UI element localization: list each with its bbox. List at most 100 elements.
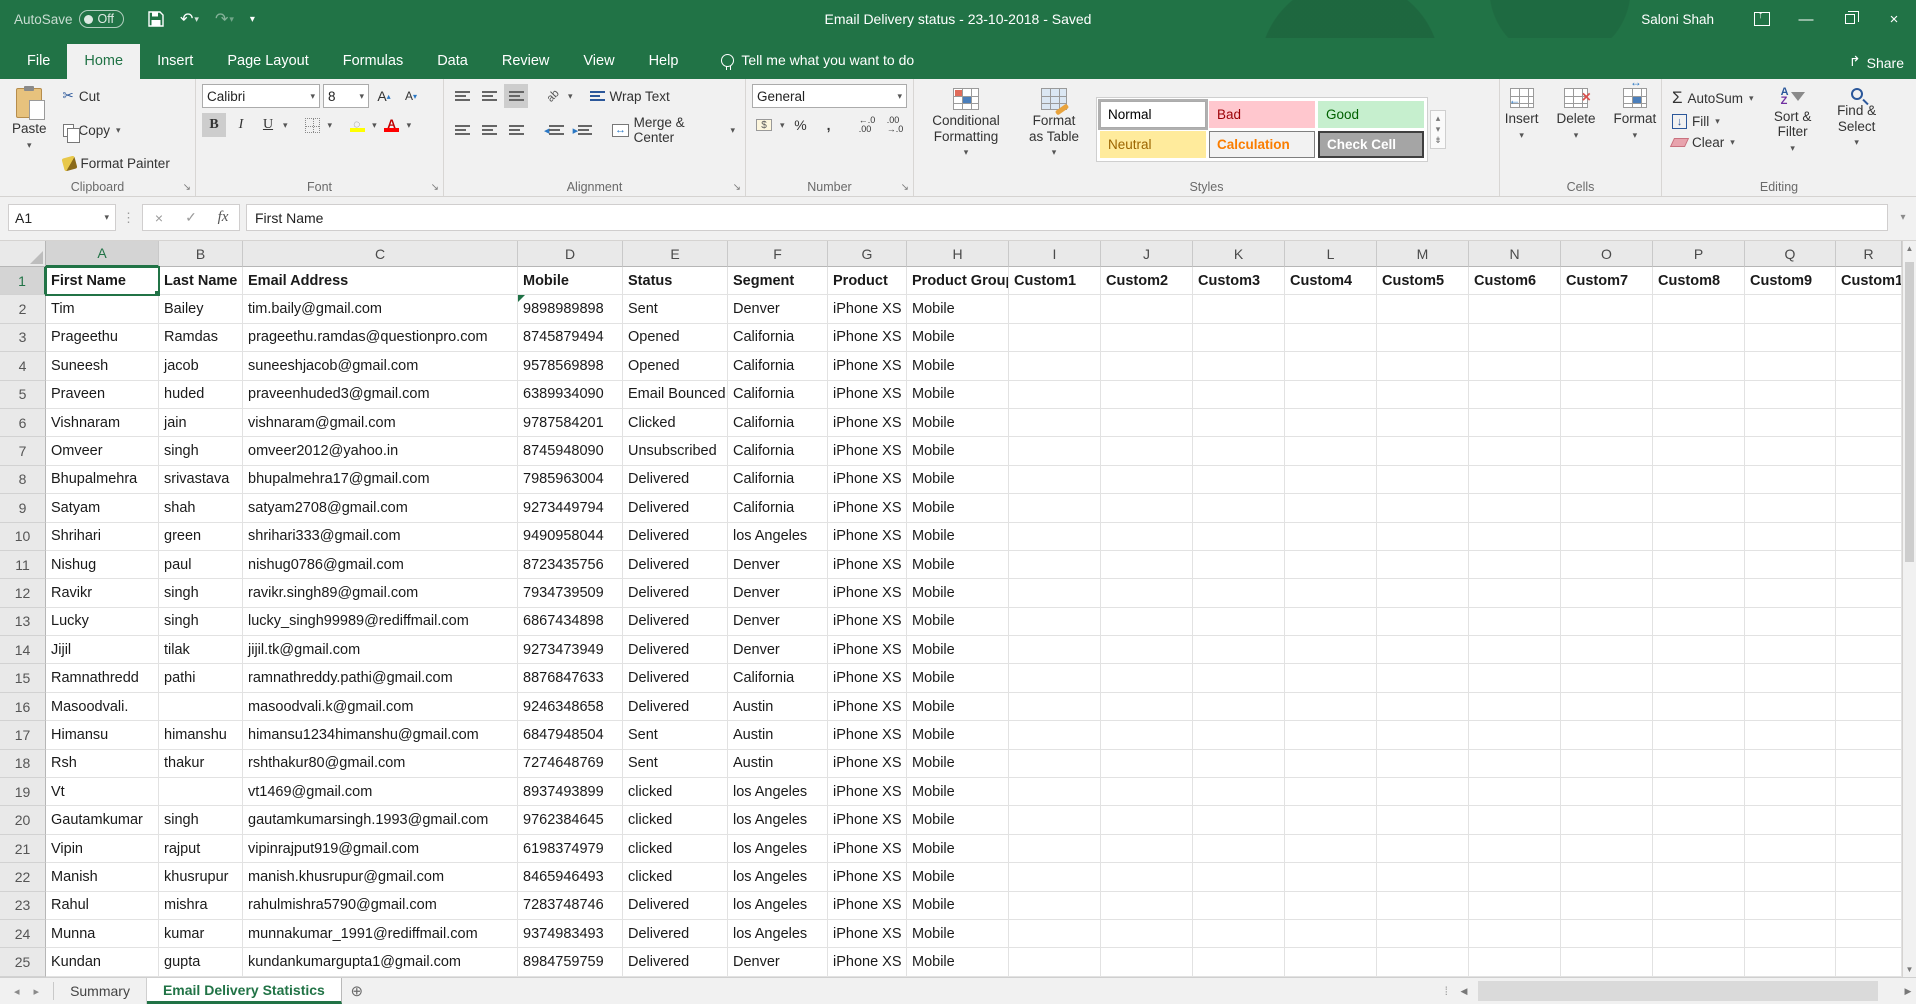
row-header-3[interactable]: 3 xyxy=(0,324,46,352)
cell-I13[interactable] xyxy=(1009,608,1101,636)
cell-K16[interactable] xyxy=(1193,693,1285,721)
horizontal-scroll-track[interactable] xyxy=(1476,978,1896,1004)
cell-I2[interactable] xyxy=(1009,295,1101,323)
cell-F13[interactable]: Denver xyxy=(728,608,828,636)
style-normal[interactable]: Normal xyxy=(1100,101,1206,128)
sheet-tab-email-delivery-statistics[interactable]: Email Delivery Statistics xyxy=(147,978,342,1004)
cell-H13[interactable]: Mobile xyxy=(907,608,1009,636)
cell-N10[interactable] xyxy=(1469,523,1561,551)
row-header-24[interactable]: 24 xyxy=(0,920,46,948)
cell-B5[interactable]: huded xyxy=(159,381,243,409)
cell-H8[interactable]: Mobile xyxy=(907,466,1009,494)
cell-A6[interactable]: Vishnaram xyxy=(46,409,159,437)
cell-G22[interactable]: iPhone XS xyxy=(828,863,907,891)
cell-A24[interactable]: Munna xyxy=(46,920,159,948)
format-painter-button[interactable]: Format Painter xyxy=(59,154,174,173)
cell-E1[interactable]: Status xyxy=(623,267,728,295)
cell-Q9[interactable] xyxy=(1745,494,1836,522)
cell-P6[interactable] xyxy=(1653,409,1745,437)
cell-M15[interactable] xyxy=(1377,664,1469,692)
cell-Q7[interactable] xyxy=(1745,437,1836,465)
cell-D15[interactable]: 8876847633 xyxy=(518,664,623,692)
cell-G9[interactable]: iPhone XS xyxy=(828,494,907,522)
cell-A5[interactable]: Praveen xyxy=(46,381,159,409)
cell-K6[interactable] xyxy=(1193,409,1285,437)
cell-K15[interactable] xyxy=(1193,664,1285,692)
cell-O24[interactable] xyxy=(1561,920,1653,948)
cell-I17[interactable] xyxy=(1009,721,1101,749)
cell-P20[interactable] xyxy=(1653,806,1745,834)
cell-H12[interactable]: Mobile xyxy=(907,579,1009,607)
row-header-18[interactable]: 18 xyxy=(0,750,46,778)
cell-H7[interactable]: Mobile xyxy=(907,437,1009,465)
ribbon-display-options-icon[interactable] xyxy=(1740,0,1784,38)
cell-M7[interactable] xyxy=(1377,437,1469,465)
cell-E22[interactable]: clicked xyxy=(623,863,728,891)
name-box-dropdown-icon[interactable]: ▾ xyxy=(104,212,109,223)
cell-N1[interactable]: Custom6 xyxy=(1469,267,1561,295)
cut-button[interactable]: ✂ Cut xyxy=(59,86,174,106)
cell-Q4[interactable] xyxy=(1745,352,1836,380)
redo-button[interactable]: ↷▾ xyxy=(209,5,240,33)
cell-A12[interactable]: Ravikr xyxy=(46,579,159,607)
cell-F9[interactable]: California xyxy=(728,494,828,522)
hscroll-left-icon[interactable]: ◀ xyxy=(1456,978,1472,1004)
cell-D5[interactable]: 6389934090 xyxy=(518,381,623,409)
cell-E6[interactable]: Clicked xyxy=(623,409,728,437)
cell-G12[interactable]: iPhone XS xyxy=(828,579,907,607)
styles-gallery-scroll[interactable]: ▴ ▾ ⇟ xyxy=(1430,110,1446,149)
cell-D24[interactable]: 9374983493 xyxy=(518,920,623,948)
cell-H2[interactable]: Mobile xyxy=(907,295,1009,323)
cell-G14[interactable]: iPhone XS xyxy=(828,636,907,664)
cell-R7[interactable] xyxy=(1836,437,1902,465)
cell-P12[interactable] xyxy=(1653,579,1745,607)
cell-N23[interactable] xyxy=(1469,892,1561,920)
find-select-button[interactable]: Find & Select ▾ xyxy=(1828,84,1886,175)
cell-G25[interactable]: iPhone XS xyxy=(828,948,907,976)
number-format-select[interactable]: General▾ xyxy=(752,84,907,108)
column-header-Q[interactable]: Q xyxy=(1745,241,1836,267)
cell-N4[interactable] xyxy=(1469,352,1561,380)
cell-H23[interactable]: Mobile xyxy=(907,892,1009,920)
cell-J12[interactable] xyxy=(1101,579,1193,607)
cell-R13[interactable] xyxy=(1836,608,1902,636)
cell-M5[interactable] xyxy=(1377,381,1469,409)
cell-R19[interactable] xyxy=(1836,778,1902,806)
cell-N7[interactable] xyxy=(1469,437,1561,465)
cell-K17[interactable] xyxy=(1193,721,1285,749)
paste-button[interactable]: Paste ▾ xyxy=(6,84,53,175)
cell-M24[interactable] xyxy=(1377,920,1469,948)
cancel-entry-icon[interactable]: × xyxy=(143,205,175,230)
cell-A9[interactable]: Satyam xyxy=(46,494,159,522)
cell-J18[interactable] xyxy=(1101,750,1193,778)
cell-N2[interactable] xyxy=(1469,295,1561,323)
cell-L4[interactable] xyxy=(1285,352,1377,380)
row-header-8[interactable]: 8 xyxy=(0,466,46,494)
row-header-23[interactable]: 23 xyxy=(0,892,46,920)
cell-I8[interactable] xyxy=(1009,466,1101,494)
cell-D21[interactable]: 6198374979 xyxy=(518,835,623,863)
cell-D1[interactable]: Mobile xyxy=(518,267,623,295)
cell-A16[interactable]: Masoodvali. xyxy=(46,693,159,721)
cell-O11[interactable] xyxy=(1561,551,1653,579)
cell-Q16[interactable] xyxy=(1745,693,1836,721)
cell-J21[interactable] xyxy=(1101,835,1193,863)
cell-L20[interactable] xyxy=(1285,806,1377,834)
cell-J1[interactable]: Custom2 xyxy=(1101,267,1193,295)
sort-filter-dropdown-icon[interactable]: ▾ xyxy=(1790,143,1795,154)
cell-Q10[interactable] xyxy=(1745,523,1836,551)
insert-cells-dropdown-icon[interactable]: ▾ xyxy=(1519,130,1524,141)
cell-K14[interactable] xyxy=(1193,636,1285,664)
cell-J4[interactable] xyxy=(1101,352,1193,380)
cell-B6[interactable]: jain xyxy=(159,409,243,437)
name-box[interactable]: A1 ▾ xyxy=(8,204,116,231)
cell-N19[interactable] xyxy=(1469,778,1561,806)
clear-dropdown-icon[interactable]: ▾ xyxy=(1730,137,1735,148)
orientation-button[interactable]: ab xyxy=(541,84,565,108)
restore-button[interactable] xyxy=(1828,0,1872,38)
cell-N25[interactable] xyxy=(1469,948,1561,976)
cell-I25[interactable] xyxy=(1009,948,1101,976)
cell-K23[interactable] xyxy=(1193,892,1285,920)
cell-A22[interactable]: Manish xyxy=(46,863,159,891)
clear-button[interactable]: Clear ▾ xyxy=(1668,133,1758,152)
